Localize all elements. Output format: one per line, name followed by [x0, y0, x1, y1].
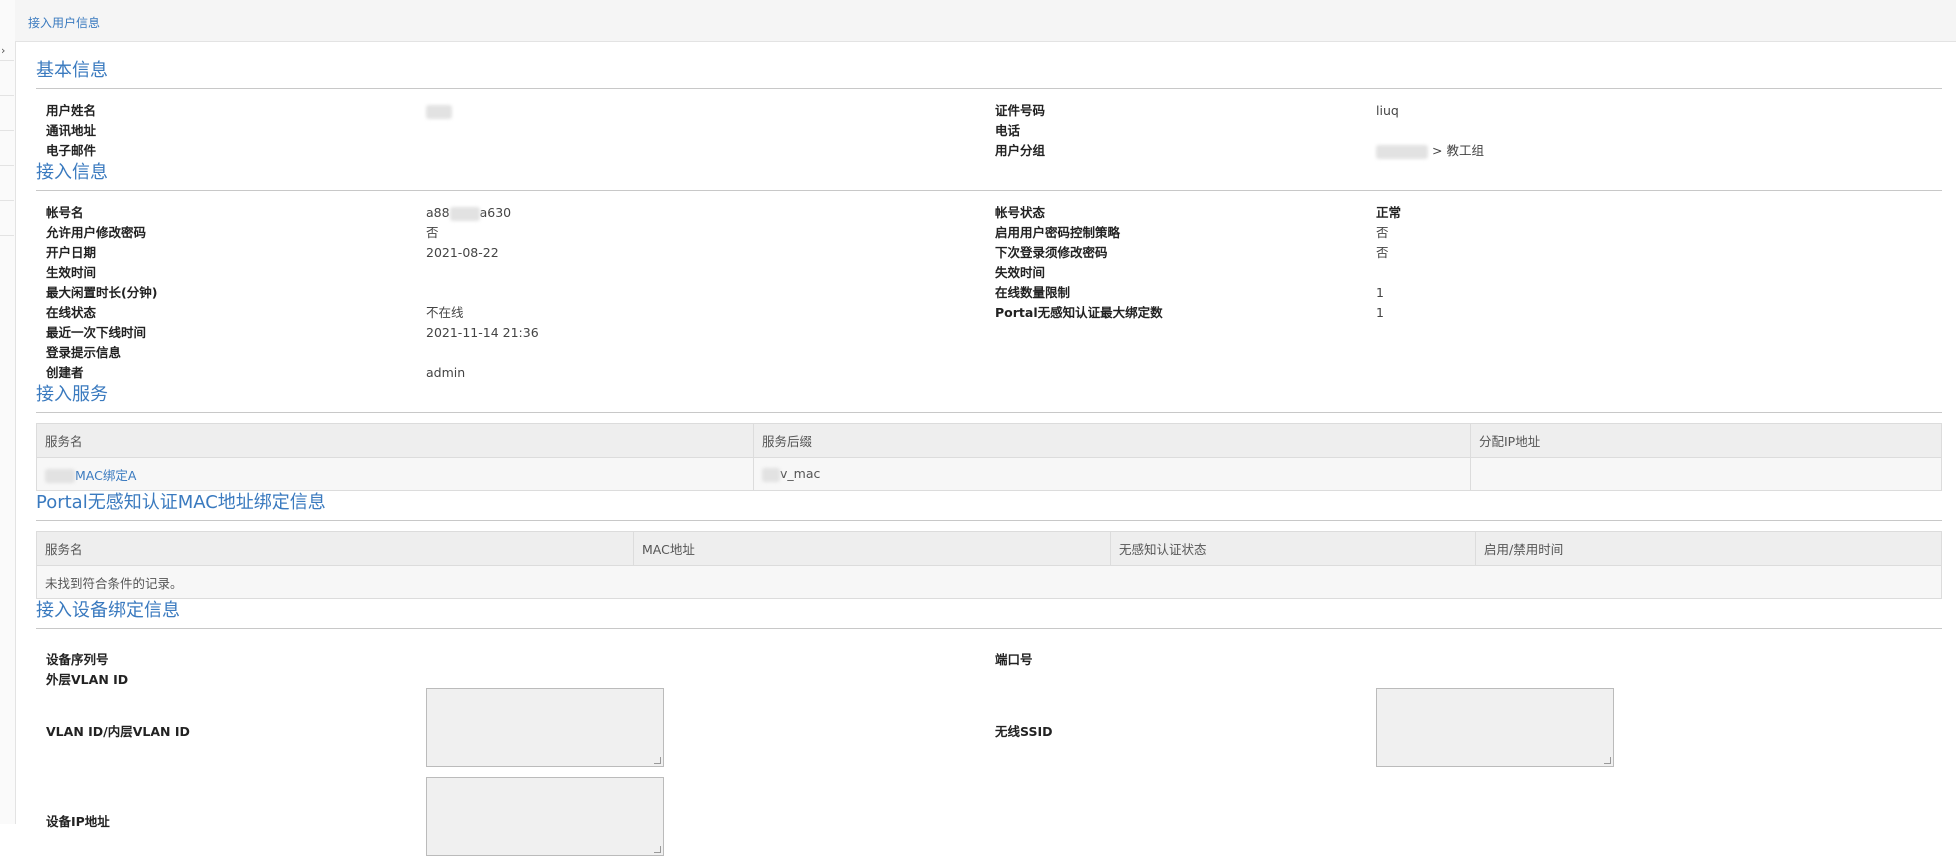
info-row: 在线状态 不在线 Portal无感知认证最大绑定数 1 [36, 303, 1942, 323]
open-date-value: 2021-08-22 [426, 245, 499, 260]
next-login-change-label: 下次登录须修改密码 [995, 245, 1108, 260]
allow-change-pwd-label: 允许用户修改密码 [46, 225, 147, 240]
breadcrumb[interactable]: 接入用户信息 [28, 14, 100, 31]
section-title-basic: 基本信息 [36, 59, 1942, 89]
column-header[interactable]: 无感知认证状态 [1110, 531, 1476, 566]
user-group-label: 用户分组 [995, 143, 1046, 158]
port-number-label: 端口号 [995, 652, 1033, 667]
account-status-value: 正常 [1376, 205, 1402, 220]
info-row: 生效时间 失效时间 [36, 263, 1942, 283]
phone-label: 电话 [995, 123, 1021, 138]
account-value: a88 a630 [426, 205, 512, 221]
column-header[interactable]: 服务名 [36, 531, 634, 566]
divider [0, 165, 14, 166]
vlan-id-textarea[interactable] [426, 688, 664, 767]
page-header: 接入用户信息 [15, 0, 1956, 42]
online-limit-value: 1 [1376, 285, 1384, 300]
section-title-access: 接入信息 [36, 161, 1942, 191]
table-row: 未找到符合条件的记录。 [36, 565, 1942, 599]
info-row: 通讯地址 电话 [36, 121, 1942, 141]
service-table: 服务名 服务后缀 分配IP地址 MAC绑定A v_mac [36, 423, 1942, 491]
user-name-value [426, 101, 452, 121]
device-serial-label: 设备序列号 [46, 652, 109, 667]
device-ip-textarea[interactable] [426, 777, 664, 856]
user-group-value: > 教工组 [1376, 141, 1484, 161]
last-offline-value: 2021-11-14 21:36 [426, 325, 539, 340]
device-ip-label: 设备IP地址 [46, 814, 110, 829]
portal-max-bind-label: Portal无感知认证最大绑定数 [995, 305, 1163, 320]
section-title-device: 接入设备绑定信息 [36, 599, 1942, 629]
wireless-ssid-label: 无线SSID [995, 724, 1053, 739]
assigned-ip-cell [1470, 457, 1942, 491]
table-header-row: 服务名 MAC地址 无感知认证状态 启用/禁用时间 [36, 531, 1942, 566]
email-label: 电子邮件 [46, 143, 97, 158]
divider [0, 130, 14, 131]
pwd-policy-label: 启用用户密码控制策略 [995, 225, 1121, 240]
account-status-label: 帐号状态 [995, 205, 1046, 220]
info-row: 开户日期 2021-08-22 下次登录须修改密码 否 [36, 243, 1942, 263]
info-row: 帐号名 a88 a630 帐号状态 正常 [36, 203, 1942, 223]
address-label: 通讯地址 [46, 123, 97, 138]
info-row: 用户姓名 证件号码 liuq [36, 101, 1942, 121]
wireless-ssid-textarea[interactable] [1376, 688, 1614, 767]
divider [0, 95, 14, 96]
column-header[interactable]: 服务名 [36, 423, 754, 458]
divider [0, 60, 14, 61]
section-title-portal: Portal无感知认证MAC地址绑定信息 [36, 491, 1942, 521]
max-idle-label: 最大闲置时长(分钟) [46, 285, 158, 300]
outer-vlan-label: 外层VLAN ID [46, 672, 129, 687]
info-row: 登录提示信息 [36, 343, 1942, 363]
allow-change-pwd-value: 否 [426, 225, 439, 240]
section-title-service: 接入服务 [36, 383, 1942, 413]
table-header-row: 服务名 服务后缀 分配IP地址 [36, 423, 1942, 458]
id-number-value: liuq [1376, 103, 1399, 118]
creator-label: 创建者 [46, 365, 84, 380]
effective-time-label: 生效时间 [46, 265, 97, 280]
info-row: 允许用户修改密码 否 启用用户密码控制策略 否 [36, 223, 1942, 243]
empty-message: 未找到符合条件的记录。 [36, 565, 1942, 599]
vlan-id-label: VLAN ID/内层VLAN ID [46, 724, 190, 739]
info-row: 最近一次下线时间 2021-11-14 21:36 [36, 323, 1942, 343]
basic-info-grid: 用户姓名 证件号码 liuq 通讯地址 电话 电子邮件 用户分组 > 教工组 [36, 101, 1942, 161]
device-binding-grid: 设备序列号 端口号 外层VLAN ID VLAN ID/内层VLAN ID 无线… [36, 641, 1942, 861]
column-header[interactable]: 启用/禁用时间 [1475, 531, 1942, 566]
portal-mac-table: 服务名 MAC地址 无感知认证状态 启用/禁用时间 未找到符合条件的记录。 [36, 531, 1942, 599]
portal-max-bind-value: 1 [1376, 305, 1384, 320]
info-row: 最大闲置时长(分钟) 在线数量限制 1 [36, 283, 1942, 303]
info-row: 创建者 admin [36, 363, 1942, 383]
chevron-right-icon[interactable]: › [1, 44, 5, 57]
online-status-label: 在线状态 [46, 305, 97, 320]
column-header[interactable]: 服务后缀 [753, 423, 1471, 458]
user-name-label: 用户姓名 [46, 103, 97, 118]
open-date-label: 开户日期 [46, 245, 97, 260]
service-suffix-cell: v_mac [753, 457, 1471, 491]
access-info-grid: 帐号名 a88 a630 帐号状态 正常 允许用户修改密码 否 启用用户密码控制策… [36, 203, 1942, 383]
online-status-value: 不在线 [426, 305, 464, 320]
login-tip-label: 登录提示信息 [46, 345, 122, 360]
pwd-policy-value: 否 [1376, 225, 1389, 240]
main-content: 基本信息 用户姓名 证件号码 liuq 通讯地址 电话 电子邮件 用户分组 > … [36, 41, 1942, 861]
divider [0, 200, 14, 201]
divider [0, 235, 14, 236]
left-collapse-strip[interactable]: › [0, 0, 16, 824]
account-label: 帐号名 [46, 205, 84, 220]
next-login-change-value: 否 [1376, 245, 1389, 260]
online-limit-label: 在线数量限制 [995, 285, 1071, 300]
last-offline-label: 最近一次下线时间 [46, 325, 147, 340]
creator-value: admin [426, 365, 466, 380]
id-number-label: 证件号码 [995, 103, 1046, 118]
info-row: 电子邮件 用户分组 > 教工组 [36, 141, 1942, 161]
table-row: MAC绑定A v_mac [36, 457, 1942, 491]
service-name-cell[interactable]: MAC绑定A [36, 457, 754, 491]
expire-time-label: 失效时间 [995, 265, 1046, 280]
column-header[interactable]: MAC地址 [633, 531, 1111, 566]
column-header[interactable]: 分配IP地址 [1470, 423, 1942, 458]
